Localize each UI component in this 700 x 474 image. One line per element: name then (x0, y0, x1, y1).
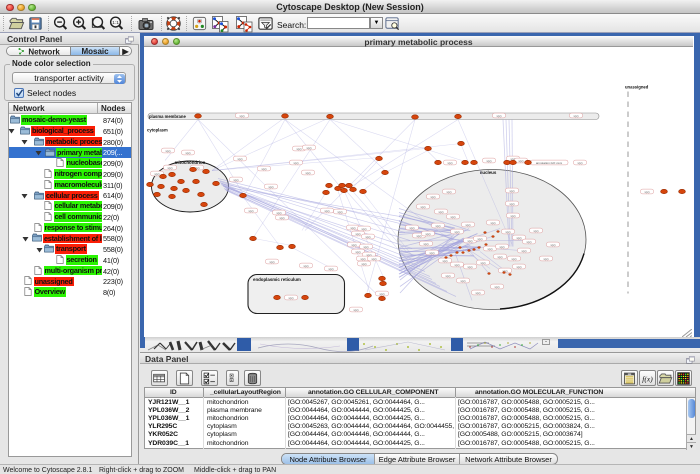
svg-text:x(x): x(x) (249, 208, 254, 212)
svg-text:x(x): x(x) (338, 209, 343, 213)
svg-text:x(x): x(x) (517, 264, 522, 268)
svg-text:x(x): x(x) (534, 228, 539, 232)
svg-text:x(x): x(x) (645, 189, 650, 193)
svg-text:x(x): x(x) (461, 278, 466, 282)
svg-text:x(x): x(x) (354, 307, 359, 311)
svg-text:x(x): x(x) (362, 261, 367, 265)
svg-text:x(x): x(x) (410, 225, 415, 229)
svg-text:x(x): x(x) (512, 256, 517, 260)
svg-text:x(x): x(x) (366, 234, 371, 238)
svg-text:x(x): x(x) (510, 188, 515, 192)
svg-text:x(x): x(x) (431, 194, 436, 198)
svg-text:annotation.GO xxxx: annotation.GO xxxx (536, 160, 563, 164)
svg-text:x(x): x(x) (522, 248, 527, 252)
svg-text:x(x): x(x) (510, 201, 515, 205)
svg-text:x(x): x(x) (351, 225, 356, 229)
svg-text:x(x): x(x) (498, 254, 503, 258)
svg-text:x(x): x(x) (262, 166, 267, 170)
svg-text:x(x): x(x) (488, 246, 493, 250)
svg-text:x(x): x(x) (491, 220, 496, 224)
svg-text:x(x): x(x) (466, 222, 471, 226)
svg-text:x(x): x(x) (544, 256, 549, 260)
svg-text:x(x): x(x) (168, 165, 173, 169)
svg-text:x(x): x(x) (506, 229, 511, 233)
svg-text:x(x): x(x) (551, 242, 556, 246)
svg-text:x(x): x(x) (277, 210, 282, 214)
svg-text:x(x): x(x) (578, 160, 583, 164)
svg-text:x(x): x(x) (240, 113, 245, 117)
svg-text:x(x): x(x) (307, 145, 312, 149)
svg-text:x(x): x(x) (519, 158, 524, 162)
svg-text:x(x): x(x) (430, 250, 435, 254)
svg-text:x(x): x(x) (446, 273, 451, 277)
svg-text:x(x): x(x) (417, 233, 422, 237)
svg-text:x(x): x(x) (495, 284, 500, 288)
svg-text:x(x): x(x) (155, 171, 160, 175)
svg-text:x(x): x(x) (436, 223, 441, 227)
svg-text:x(x): x(x) (443, 258, 448, 262)
svg-text:x(x): x(x) (269, 184, 274, 188)
svg-text:x(x): x(x) (439, 209, 444, 213)
svg-text:x(x): x(x) (297, 146, 302, 150)
svg-text:x(x): x(x) (352, 242, 357, 246)
svg-text:x(x): x(x) (476, 290, 481, 294)
svg-text:1:1: 1:1 (112, 20, 119, 26)
svg-text:endoplasmic reticulum: endoplasmic reticulum (253, 277, 301, 282)
svg-text:x(x): x(x) (517, 235, 522, 239)
svg-text:x(x): x(x) (455, 262, 460, 266)
svg-text:x(x): x(x) (527, 239, 532, 243)
svg-text:x(x): x(x) (356, 231, 361, 235)
svg-text:x(x): x(x) (424, 241, 429, 245)
svg-text:x(x): x(x) (468, 264, 473, 268)
svg-text:x(x): x(x) (500, 244, 505, 248)
svg-text:x(x): x(x) (451, 214, 456, 218)
svg-text:cytoplasm: cytoplasm (147, 127, 168, 132)
svg-text:mitochondrion: mitochondrion (175, 160, 206, 165)
svg-text:x(x): x(x) (574, 113, 579, 117)
svg-text:x(x): x(x) (325, 208, 330, 212)
svg-text:x(x): x(x) (511, 213, 516, 217)
svg-text:x(x): x(x) (362, 226, 367, 230)
svg-text:x(x): x(x) (280, 215, 285, 219)
svg-text:x(x): x(x) (380, 291, 385, 295)
svg-text:x(x): x(x) (455, 229, 460, 233)
svg-text:unassigned: unassigned (625, 84, 649, 89)
svg-text:x(x): x(x) (447, 189, 452, 193)
svg-text:x(x): x(x) (238, 156, 243, 160)
svg-text:x(x): x(x) (186, 150, 191, 154)
svg-text:x(x): x(x) (481, 260, 486, 264)
svg-text:x(x): x(x) (426, 231, 431, 235)
svg-text:x(x): x(x) (364, 244, 369, 248)
svg-text:x(x): x(x) (487, 158, 492, 162)
svg-text:x(x): x(x) (166, 148, 171, 152)
svg-text:x(x): x(x) (421, 204, 426, 208)
svg-text:x(x): x(x) (478, 236, 483, 240)
svg-text:nucleus: nucleus (480, 170, 497, 175)
svg-text:x(x): x(x) (294, 160, 299, 164)
svg-text:x(x): x(x) (234, 177, 239, 181)
svg-text:x(x): x(x) (361, 256, 366, 260)
svg-text:plasma membrane: plasma membrane (149, 114, 186, 119)
svg-text:f(x): f(x) (642, 374, 653, 383)
svg-text:x(x): x(x) (372, 256, 377, 260)
svg-text:x(x): x(x) (304, 263, 309, 267)
svg-text:x(x): x(x) (448, 160, 453, 164)
svg-text:x(x): x(x) (356, 249, 361, 253)
svg-text:x(x): x(x) (497, 113, 502, 117)
svg-text:x(x): x(x) (289, 295, 294, 299)
svg-text:x(x): x(x) (270, 259, 275, 263)
svg-text:x(x): x(x) (306, 170, 311, 174)
svg-text:x(x): x(x) (329, 266, 334, 270)
svg-text:x(x): x(x) (468, 238, 473, 242)
